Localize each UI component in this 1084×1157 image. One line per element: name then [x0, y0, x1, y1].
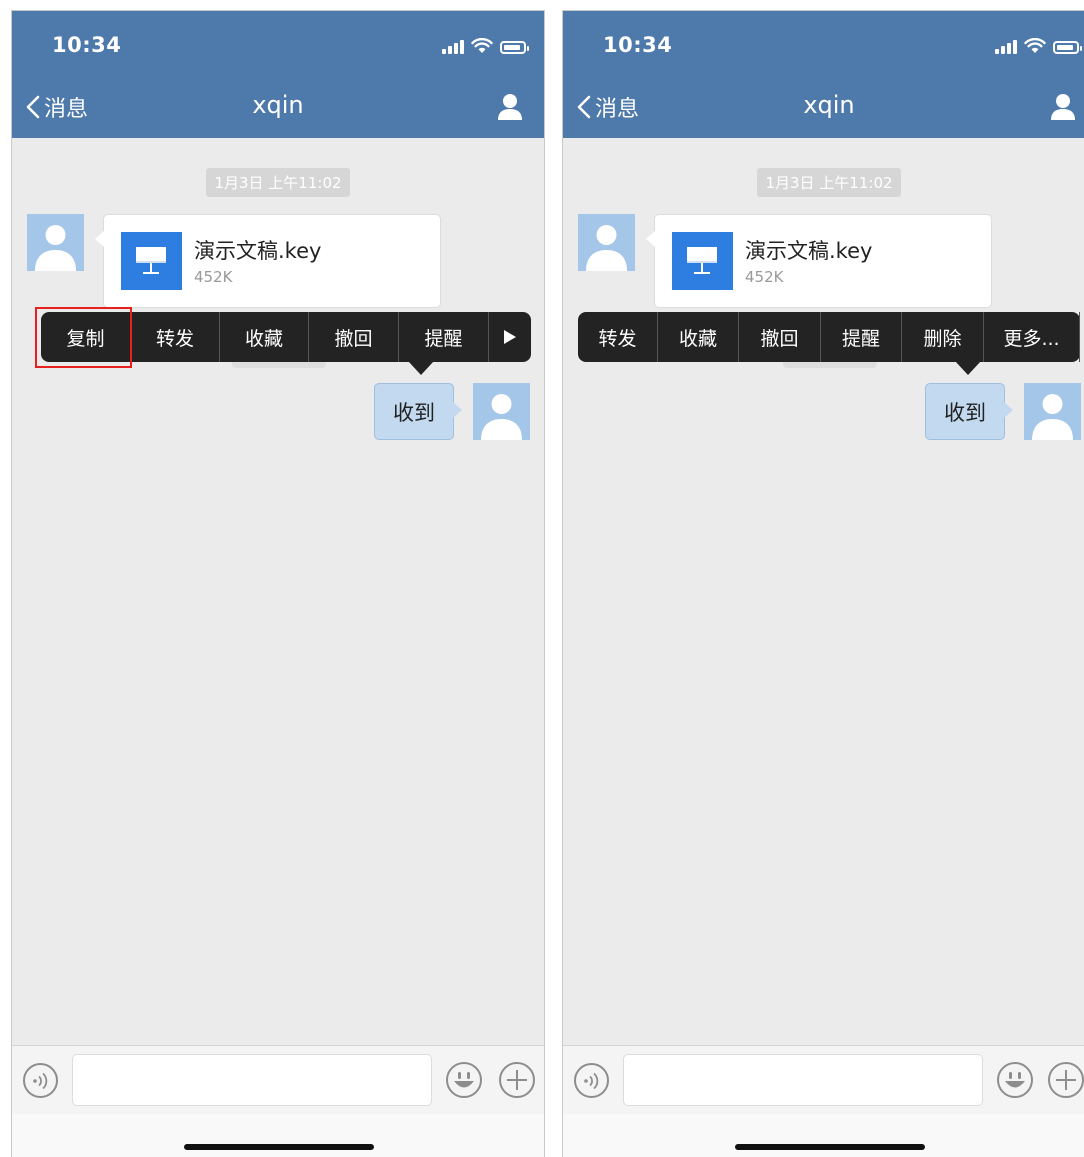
- menu-item-forward[interactable]: 转发: [131, 312, 220, 362]
- smiley-face-icon: [997, 1062, 1033, 1098]
- cellular-signal-icon: [442, 40, 464, 54]
- input-toolbar: [12, 1045, 544, 1114]
- menu-item-recall[interactable]: 撤回: [309, 312, 399, 362]
- keynote-presentation-icon: [121, 232, 182, 290]
- home-indicator[interactable]: [735, 1144, 925, 1150]
- user-silhouette-icon: [1032, 394, 1073, 440]
- nav-bar: 10:34 消息 xqin: [563, 11, 1084, 138]
- voice-wave-icon: [33, 1072, 48, 1090]
- plus-circle-icon: [499, 1062, 535, 1098]
- voice-wave-icon: [584, 1072, 599, 1090]
- emoji-button[interactable]: [996, 1061, 1034, 1099]
- message-input[interactable]: [623, 1054, 983, 1106]
- my-avatar[interactable]: [1024, 383, 1081, 440]
- status-time: 10:34: [603, 33, 673, 57]
- add-attachment-button[interactable]: [498, 1061, 536, 1099]
- sent-message-bubble[interactable]: 收到: [925, 383, 1013, 440]
- home-indicator[interactable]: [184, 1144, 374, 1150]
- smiley-face-icon: [446, 1062, 482, 1098]
- file-size: 452K: [194, 268, 233, 286]
- battery-icon: [1053, 41, 1082, 54]
- keynote-presentation-icon: [672, 232, 733, 290]
- menu-item-more[interactable]: 更多...: [984, 312, 1080, 362]
- user-silhouette-icon: [586, 225, 627, 271]
- cellular-signal-icon: [995, 40, 1017, 54]
- wifi-icon: [471, 38, 493, 53]
- user-silhouette-icon: [481, 394, 522, 440]
- chat-title: xqin: [252, 91, 304, 119]
- chat-title: xqin: [803, 91, 855, 119]
- sender-avatar[interactable]: [27, 214, 84, 271]
- message-timestamp: 1月3日 上午11:02: [757, 168, 901, 197]
- sent-message-bubble[interactable]: 收到: [374, 383, 462, 440]
- plus-circle-icon: [1048, 1062, 1084, 1098]
- menu-item-remind[interactable]: 提醒: [821, 312, 902, 362]
- status-time: 10:34: [52, 33, 122, 57]
- menu-item-remind[interactable]: 提醒: [399, 312, 489, 362]
- input-toolbar: [563, 1045, 1084, 1114]
- menu-item-recall[interactable]: 撤回: [739, 312, 821, 362]
- phone-screen-left: 10:34 消息 xqin 1月3日 上午11:02 演示文稿.key 452K…: [11, 10, 545, 1157]
- voice-input-button[interactable]: [23, 1063, 58, 1098]
- message-context-menu: 转发 收藏 撤回 提醒 删除 更多... .phone.right .conte…: [578, 312, 1080, 375]
- voice-input-button[interactable]: [574, 1063, 609, 1098]
- my-avatar[interactable]: [473, 383, 530, 440]
- file-message-bubble[interactable]: 演示文稿.key 452K: [646, 214, 992, 308]
- menu-more-arrow[interactable]: [489, 312, 531, 362]
- message-timestamp: 1月3日 上午11:02: [206, 168, 350, 197]
- profile-button[interactable]: [496, 93, 524, 121]
- message-input[interactable]: [72, 1054, 432, 1106]
- highlight-annotation-box: [35, 307, 132, 368]
- status-icons: [442, 38, 529, 54]
- file-size: 452K: [745, 268, 784, 286]
- sender-avatar[interactable]: [578, 214, 635, 271]
- nav-bar: 10:34 消息 xqin: [12, 11, 544, 138]
- menu-item-forward[interactable]: 转发: [578, 312, 658, 362]
- triangle-right-icon: [504, 330, 516, 344]
- file-name: 演示文稿.key: [745, 239, 873, 263]
- home-indicator-area: [12, 1114, 544, 1157]
- profile-button[interactable]: [1049, 93, 1077, 121]
- menu-item-favorite[interactable]: 收藏: [658, 312, 739, 362]
- phone-screen-right: 10:34 消息 xqin 1月3日 上午11:02 演示文稿.key 452K…: [562, 10, 1084, 1157]
- file-name: 演示文稿.key: [194, 239, 322, 263]
- add-attachment-button[interactable]: [1047, 1061, 1084, 1099]
- home-indicator-area: [563, 1114, 1084, 1157]
- file-message-bubble[interactable]: 演示文稿.key 452K: [95, 214, 441, 308]
- status-icons: [995, 38, 1082, 54]
- user-silhouette-icon: [35, 225, 76, 271]
- menu-item-favorite[interactable]: 收藏: [220, 312, 309, 362]
- wifi-icon: [1024, 38, 1046, 53]
- battery-icon: [500, 41, 529, 54]
- menu-item-delete[interactable]: 删除: [902, 312, 984, 362]
- emoji-button[interactable]: [445, 1061, 483, 1099]
